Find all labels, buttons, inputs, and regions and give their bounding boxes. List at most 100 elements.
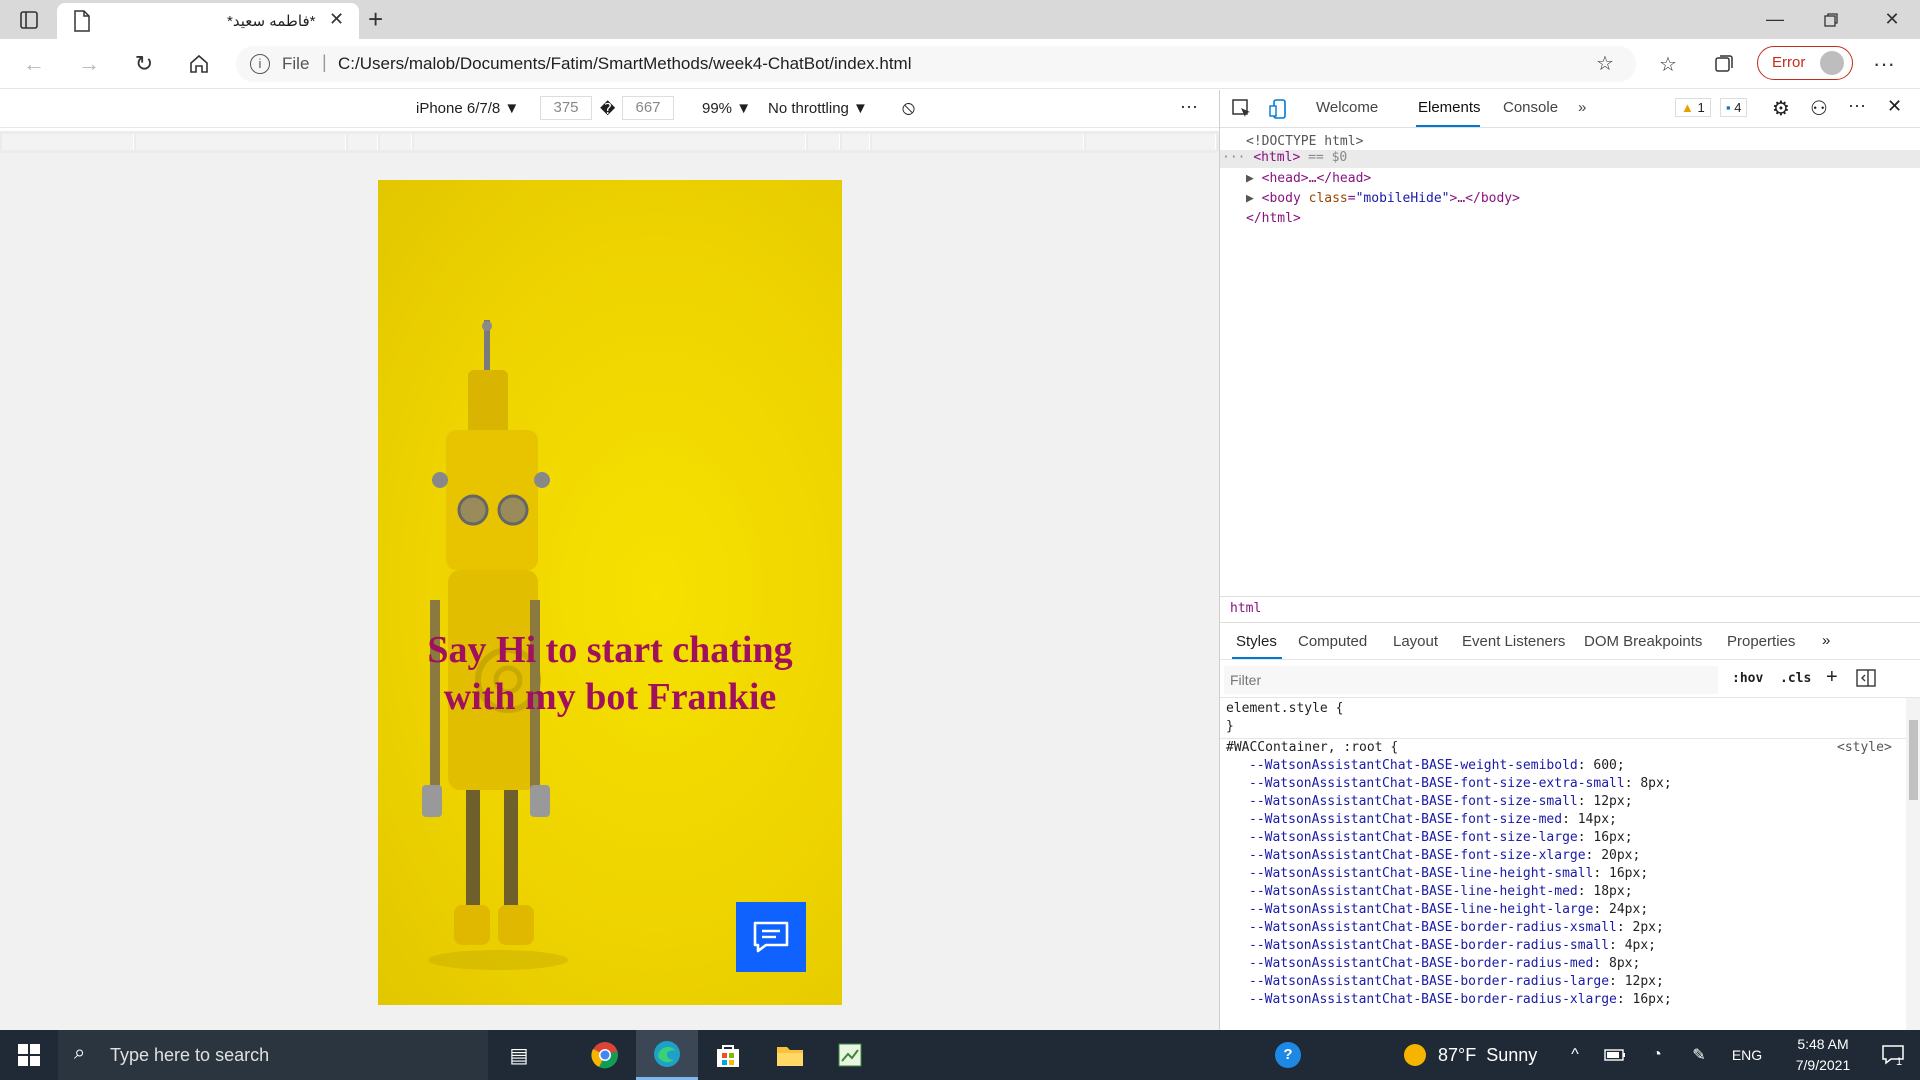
media-query-segment[interactable] xyxy=(1086,134,1216,150)
info-icon[interactable]: i xyxy=(250,54,270,74)
help-icon[interactable]: ? xyxy=(1268,1030,1308,1080)
url-field[interactable]: i File | C:/Users/malob/Documents/Fatim/… xyxy=(236,46,1636,82)
styles-scrollbar[interactable] xyxy=(1906,698,1920,1030)
device-select[interactable]: iPhone 6/7/8 ▼ xyxy=(416,100,519,117)
tab-layout[interactable]: Layout xyxy=(1393,633,1438,650)
dom-html-selected[interactable]: ··· <html> == $0 xyxy=(1220,150,1920,168)
start-button[interactable] xyxy=(0,1030,58,1080)
restore-icon[interactable] xyxy=(1803,0,1859,39)
tab-styles[interactable]: Styles xyxy=(1236,633,1277,650)
new-tab-icon[interactable]: + xyxy=(368,4,383,35)
more-tabs-icon[interactable]: » xyxy=(1578,99,1586,116)
css-declaration[interactable]: --WatsonAssistantChat-BASE-line-height-m… xyxy=(1249,884,1672,902)
element-style-open[interactable]: element.style { xyxy=(1226,701,1343,716)
css-declaration[interactable]: --WatsonAssistantChat-BASE-font-size-sma… xyxy=(1249,794,1672,812)
dom-html-close[interactable]: </html> xyxy=(1246,211,1301,226)
browser-tab[interactable]: *فاطمه سعيد* ✕ xyxy=(57,3,359,39)
device-more-icon[interactable]: ··· xyxy=(1180,96,1198,117)
file-explorer-icon[interactable] xyxy=(762,1030,818,1080)
tab-elements[interactable]: Elements xyxy=(1418,99,1481,116)
rule-source-link[interactable]: <style> xyxy=(1837,740,1892,755)
warnings-badge[interactable]: ▲ 1 xyxy=(1675,98,1711,117)
css-declaration[interactable]: --WatsonAssistantChat-BASE-border-radius… xyxy=(1249,992,1672,1010)
devtools-more-icon[interactable]: ··· xyxy=(1848,95,1866,116)
width-input[interactable]: 375 xyxy=(540,96,592,120)
rotate-icon[interactable]: ⦸ xyxy=(902,97,915,120)
media-query-segment[interactable] xyxy=(872,134,1084,150)
tab-console[interactable]: Console xyxy=(1503,99,1558,116)
media-query-segment[interactable] xyxy=(842,134,870,150)
taskbar-search-box[interactable]: ⌕ Type here to search xyxy=(58,1030,488,1080)
inspect-icon[interactable] xyxy=(1231,98,1253,124)
connect-icon[interactable]: ⚇ xyxy=(1810,96,1828,121)
css-declaration[interactable]: --WatsonAssistantChat-BASE-border-radius… xyxy=(1249,974,1672,992)
expand-arrow-icon[interactable]: ▶ xyxy=(1246,191,1254,206)
messages-badge[interactable]: ▪ 4 xyxy=(1720,98,1748,117)
class-toggle[interactable]: .cls xyxy=(1780,671,1811,686)
hover-state-toggle[interactable]: :hov xyxy=(1732,671,1763,686)
device-toggle-icon[interactable] xyxy=(1268,98,1290,124)
add-favorite-icon[interactable]: ☆ xyxy=(1596,51,1614,76)
devtools-settings-icon[interactable]: ⚙ xyxy=(1772,96,1790,121)
favorites-icon[interactable]: ☆ xyxy=(1650,47,1686,81)
tab-properties[interactable]: Properties xyxy=(1727,633,1795,650)
back-icon[interactable]: ← xyxy=(16,47,52,81)
media-query-segment[interactable] xyxy=(348,134,378,150)
throttling-select[interactable]: No throttling ▼ xyxy=(768,100,868,117)
notifications-icon[interactable]: 1 xyxy=(1870,1030,1916,1080)
pen-icon[interactable]: ✎ xyxy=(1682,1030,1716,1080)
show-hidden-icons[interactable]: ^ xyxy=(1560,1030,1590,1080)
css-declaration[interactable]: --WatsonAssistantChat-BASE-border-radius… xyxy=(1249,956,1672,974)
css-declaration[interactable]: --WatsonAssistantChat-BASE-border-radius… xyxy=(1249,938,1672,956)
css-declaration[interactable]: --WatsonAssistantChat-BASE-font-size-lar… xyxy=(1249,830,1672,848)
devtools-close-icon[interactable]: ✕ xyxy=(1887,96,1902,117)
breadcrumb-html[interactable]: html xyxy=(1230,601,1261,616)
media-query-segment[interactable] xyxy=(808,134,840,150)
scrollbar-thumb[interactable] xyxy=(1909,720,1918,800)
minimize-icon[interactable]: — xyxy=(1747,0,1803,39)
height-input[interactable]: 667 xyxy=(622,96,674,120)
tab-welcome[interactable]: Welcome xyxy=(1316,99,1378,116)
edge-icon[interactable] xyxy=(636,1030,698,1080)
css-declaration[interactable]: --WatsonAssistantChat-BASE-font-size-ext… xyxy=(1249,776,1672,794)
collections-icon[interactable] xyxy=(1706,47,1742,81)
refresh-icon[interactable]: ↻ xyxy=(126,47,162,81)
styles-filter-input[interactable] xyxy=(1224,666,1718,694)
settings-more-icon[interactable]: ··· xyxy=(1866,47,1902,81)
new-rule-icon[interactable]: + xyxy=(1826,666,1838,689)
media-query-segment[interactable] xyxy=(380,134,412,150)
dom-head[interactable]: ▶ <head>…</head> xyxy=(1246,171,1371,186)
task-view-icon[interactable]: ▤ xyxy=(494,1030,544,1080)
dom-body[interactable]: ▶ <body class="mobileHide">…</body> xyxy=(1246,191,1520,206)
css-declaration[interactable]: --WatsonAssistantChat-BASE-font-size-med… xyxy=(1249,812,1672,830)
css-declaration[interactable]: --WatsonAssistantChat-BASE-border-radius… xyxy=(1249,920,1672,938)
network-icon[interactable]: ◔ xyxy=(1640,1030,1674,1080)
store-icon[interactable] xyxy=(700,1030,756,1080)
chat-launcher-button[interactable] xyxy=(736,902,806,972)
media-query-segment[interactable] xyxy=(2,134,134,150)
css-declaration[interactable]: --WatsonAssistantChat-BASE-font-size-xla… xyxy=(1249,848,1672,866)
profile-error-button[interactable]: Error xyxy=(1757,46,1853,80)
css-declaration[interactable]: --WatsonAssistantChat-BASE-weight-semibo… xyxy=(1249,758,1672,776)
forward-icon[interactable]: → xyxy=(71,47,107,81)
tab-event-listeners[interactable]: Event Listeners xyxy=(1462,633,1565,650)
expand-arrow-icon[interactable]: ▶ xyxy=(1246,171,1254,186)
rule-selector[interactable]: #WACContainer, :root { xyxy=(1226,740,1398,755)
media-query-segment[interactable] xyxy=(414,134,806,150)
tab-computed[interactable]: Computed xyxy=(1298,633,1367,650)
css-declaration[interactable]: --WatsonAssistantChat-BASE-line-height-l… xyxy=(1249,902,1672,920)
toggle-sidebar-icon[interactable] xyxy=(1856,669,1876,691)
language-indicator[interactable]: ENG xyxy=(1724,1030,1770,1080)
home-icon[interactable] xyxy=(181,47,217,81)
more-panes-icon[interactable]: » xyxy=(1822,632,1830,649)
battery-icon[interactable] xyxy=(1598,1030,1632,1080)
css-declaration[interactable]: --WatsonAssistantChat-BASE-line-height-s… xyxy=(1249,866,1672,884)
dom-doctype[interactable]: <!DOCTYPE html> xyxy=(1246,134,1363,149)
clock[interactable]: 5:48 AM 7/9/2021 xyxy=(1778,1034,1868,1078)
media-query-segment[interactable] xyxy=(136,134,346,150)
tab-dom-breakpoints[interactable]: DOM Breakpoints xyxy=(1584,633,1702,650)
app-icon[interactable] xyxy=(822,1030,878,1080)
weather-widget[interactable]: 87°F Sunny xyxy=(1404,1030,1584,1080)
chrome-icon[interactable] xyxy=(580,1030,630,1080)
tab-close-icon[interactable]: ✕ xyxy=(329,9,344,30)
